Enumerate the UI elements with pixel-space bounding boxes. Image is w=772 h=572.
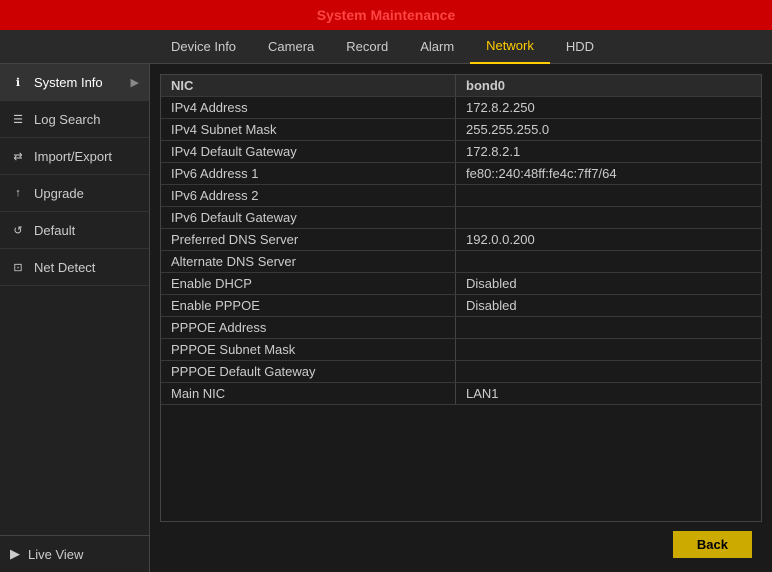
net-detect-icon: ⊡	[10, 259, 26, 275]
sidebar: ℹ System Info ▶ ☰ Log Search ⇄ Import/Ex…	[0, 64, 150, 572]
row-value	[456, 185, 761, 206]
sidebar-label-net-detect: Net Detect	[34, 260, 95, 275]
table-row: IPv6 Address 2	[161, 185, 761, 207]
row-label: IPv6 Address 2	[161, 185, 456, 206]
row-value	[456, 317, 761, 338]
row-value	[456, 339, 761, 360]
table-row: PPPOE Default Gateway	[161, 361, 761, 383]
row-label: IPv4 Default Gateway	[161, 141, 456, 162]
title-bar: System Maintenance	[0, 0, 772, 30]
row-value: 255.255.255.0	[456, 119, 761, 140]
tab-hdd[interactable]: HDD	[550, 30, 610, 64]
tab-bar: Device Info Camera Record Alarm Network …	[0, 30, 772, 64]
sidebar-item-import-export[interactable]: ⇄ Import/Export	[0, 138, 149, 175]
log-icon: ☰	[10, 111, 26, 127]
sidebar-item-default[interactable]: ↺ Default	[0, 212, 149, 249]
col-header-nic: NIC	[161, 75, 456, 96]
row-value: 172.8.2.1	[456, 141, 761, 162]
row-value: Disabled	[456, 273, 761, 294]
row-label: IPv4 Address	[161, 97, 456, 118]
footer: Back	[160, 522, 762, 562]
row-value	[456, 251, 761, 272]
col-header-value: bond0	[456, 75, 761, 96]
sidebar-label-log-search: Log Search	[34, 112, 101, 127]
row-value: 192.0.0.200	[456, 229, 761, 250]
network-table: NIC bond0 IPv4 Address 172.8.2.250 IPv4 …	[160, 74, 762, 522]
row-value	[456, 207, 761, 228]
sidebar-items: ℹ System Info ▶ ☰ Log Search ⇄ Import/Ex…	[0, 64, 149, 286]
sidebar-label-upgrade: Upgrade	[34, 186, 84, 201]
row-label: Enable DHCP	[161, 273, 456, 294]
row-label: IPv6 Address 1	[161, 163, 456, 184]
table-row: IPv6 Default Gateway	[161, 207, 761, 229]
tab-camera[interactable]: Camera	[252, 30, 330, 64]
info-icon: ℹ	[10, 74, 26, 90]
row-value: Disabled	[456, 295, 761, 316]
tab-alarm[interactable]: Alarm	[404, 30, 470, 64]
sidebar-label-live-view: Live View	[28, 547, 83, 562]
table-row: IPv6 Address 1 fe80::240:48ff:fe4c:7ff7/…	[161, 163, 761, 185]
upgrade-icon: ↑	[10, 185, 26, 201]
row-label: Main NIC	[161, 383, 456, 404]
row-label: IPv6 Default Gateway	[161, 207, 456, 228]
table-row: Alternate DNS Server	[161, 251, 761, 273]
tab-device-info[interactable]: Device Info	[155, 30, 252, 64]
sidebar-item-net-detect[interactable]: ⊡ Net Detect	[0, 249, 149, 286]
row-label: Alternate DNS Server	[161, 251, 456, 272]
table-row: Main NIC LAN1	[161, 383, 761, 405]
back-button[interactable]: Back	[673, 531, 752, 558]
row-label: Preferred DNS Server	[161, 229, 456, 250]
title-label: System Maintenance	[317, 7, 456, 23]
sidebar-item-live-view[interactable]: ▶ Live View	[0, 535, 149, 572]
table-header-row: NIC bond0	[161, 75, 761, 97]
sidebar-label-import-export: Import/Export	[34, 149, 112, 164]
table-row: IPv4 Address 172.8.2.250	[161, 97, 761, 119]
sidebar-item-log-search[interactable]: ☰ Log Search	[0, 101, 149, 138]
table-row: PPPOE Subnet Mask	[161, 339, 761, 361]
row-value: LAN1	[456, 383, 761, 404]
import-export-icon: ⇄	[10, 148, 26, 164]
arrow-icon: ▶	[131, 76, 139, 89]
row-value: fe80::240:48ff:fe4c:7ff7/64	[456, 163, 761, 184]
sidebar-item-system-info[interactable]: ℹ System Info ▶	[0, 64, 149, 101]
table-row: IPv4 Default Gateway 172.8.2.1	[161, 141, 761, 163]
row-label: IPv4 Subnet Mask	[161, 119, 456, 140]
table-row: Preferred DNS Server 192.0.0.200	[161, 229, 761, 251]
row-value: 172.8.2.250	[456, 97, 761, 118]
live-view-icon: ▶	[10, 546, 20, 562]
row-value	[456, 361, 761, 382]
tab-record[interactable]: Record	[330, 30, 404, 64]
default-icon: ↺	[10, 222, 26, 238]
table-row: PPPOE Address	[161, 317, 761, 339]
sidebar-label-system-info: System Info	[34, 75, 103, 90]
empty-area	[161, 405, 761, 485]
row-label: PPPOE Address	[161, 317, 456, 338]
table-row: IPv4 Subnet Mask 255.255.255.0	[161, 119, 761, 141]
sidebar-item-upgrade[interactable]: ↑ Upgrade	[0, 175, 149, 212]
table-row: Enable DHCP Disabled	[161, 273, 761, 295]
row-label: Enable PPPOE	[161, 295, 456, 316]
content-area: NIC bond0 IPv4 Address 172.8.2.250 IPv4 …	[150, 64, 772, 572]
sidebar-label-default: Default	[34, 223, 75, 238]
row-label: PPPOE Default Gateway	[161, 361, 456, 382]
row-label: PPPOE Subnet Mask	[161, 339, 456, 360]
table-row: Enable PPPOE Disabled	[161, 295, 761, 317]
main-layout: ℹ System Info ▶ ☰ Log Search ⇄ Import/Ex…	[0, 64, 772, 572]
tab-network[interactable]: Network	[470, 30, 550, 64]
